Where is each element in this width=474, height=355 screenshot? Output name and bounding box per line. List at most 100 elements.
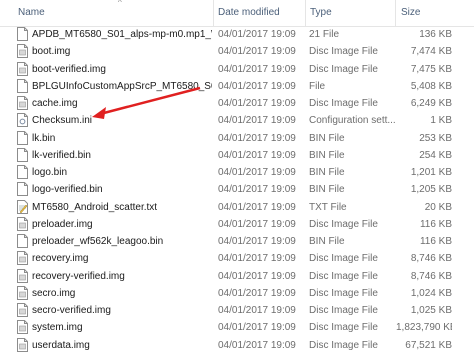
file-date-modified: 04/01/2017 19:09 bbox=[218, 63, 296, 75]
column-header-bar: Name ^ Date modified Type Size bbox=[0, 0, 474, 27]
disc-image-icon bbox=[17, 285, 28, 300]
file-row[interactable]: Checksum.ini 04/01/2017 19:09 Configuratio… bbox=[0, 112, 474, 129]
file-name: secro-verified.img bbox=[32, 305, 111, 316]
file-name: Checksum.ini bbox=[32, 115, 93, 127]
file-name: secro.img bbox=[32, 287, 76, 299]
file-name: lk-verified.bin bbox=[32, 149, 91, 161]
file-name: preloader_wf562k_leagoo.bin bbox=[32, 236, 164, 247]
generic-file-icon bbox=[17, 27, 28, 41]
file-size: 8,746 KB bbox=[410, 253, 452, 265]
disc-image-icon bbox=[17, 216, 28, 231]
file-date-modified: 04/01/2017 19:09 bbox=[218, 29, 296, 40]
disc-image-icon bbox=[17, 251, 28, 266]
file-type: File bbox=[309, 80, 326, 92]
disc-image-icon bbox=[17, 96, 28, 110]
file-type: Disc Image File bbox=[309, 253, 378, 265]
file-name: cache.img bbox=[32, 98, 78, 109]
file-date-modified: 04/01/2017 19:09 bbox=[218, 115, 296, 127]
file-row[interactable]: lk.bin 04/01/2017 19:09 BIN File 253 KB bbox=[0, 130, 474, 147]
column-header-type[interactable]: Type bbox=[310, 0, 332, 26]
column-header-size[interactable]: Size bbox=[401, 0, 420, 26]
file-row[interactable]: preloader_wf562k_leagoo.bin 04/01/2017 19… bbox=[0, 233, 474, 250]
file-row[interactable]: boot.img 04/01/2017 19:09 Disc Image File 7… bbox=[0, 43, 474, 60]
file-row[interactable]: logo-verified.bin 04/01/2017 19:09 BIN Fil… bbox=[0, 181, 474, 198]
column-divider[interactable] bbox=[213, 0, 214, 26]
generic-file-icon bbox=[17, 182, 28, 197]
file-date-modified: 04/01/2017 19:09 bbox=[218, 270, 296, 282]
file-row[interactable]: APDB_MT6580_S01_alps-mp-m0.mp1_W... 04/01… bbox=[0, 26, 474, 43]
file-type: Disc Image File bbox=[309, 305, 378, 316]
file-date-modified: 04/01/2017 19:09 bbox=[218, 253, 296, 265]
config-file-icon bbox=[17, 113, 28, 128]
file-date-modified: 04/01/2017 19:09 bbox=[218, 80, 296, 92]
column-divider[interactable] bbox=[395, 0, 396, 26]
file-date-modified: 04/01/2017 19:09 bbox=[218, 132, 296, 144]
file-date-modified: 04/01/2017 19:09 bbox=[218, 339, 296, 351]
file-size: 8,746 KB bbox=[410, 270, 452, 282]
column-divider[interactable] bbox=[305, 0, 306, 26]
file-row[interactable]: lk-verified.bin 04/01/2017 19:09 BIN File 2… bbox=[0, 147, 474, 164]
file-name: boot.img bbox=[32, 46, 71, 58]
disc-image-icon bbox=[17, 44, 28, 59]
file-type: BIN File bbox=[309, 236, 345, 247]
file-row[interactable]: userdata.img 04/01/2017 19:09 Disc Image F… bbox=[0, 337, 474, 354]
text-file-icon bbox=[17, 199, 28, 214]
file-name: system.img bbox=[32, 322, 83, 334]
file-size: 67,521 KB bbox=[405, 339, 452, 351]
file-row[interactable]: secro.img 04/01/2017 19:09 Disc Image File… bbox=[0, 285, 474, 302]
file-name: recovery-verified.img bbox=[32, 270, 125, 282]
file-name: userdata.img bbox=[32, 339, 90, 351]
file-size: 7,474 KB bbox=[410, 46, 452, 58]
file-size: 7,475 KB bbox=[410, 63, 452, 75]
file-row[interactable]: BPLGUInfoCustomAppSrcP_MT6580_S00... 04/0… bbox=[0, 78, 474, 95]
file-row[interactable]: MT6580_Android_scatter.txt 04/01/2017 19:… bbox=[0, 199, 474, 216]
column-header-name[interactable]: Name bbox=[18, 0, 45, 26]
file-size: 116 KB bbox=[419, 218, 452, 230]
file-date-modified: 04/01/2017 19:09 bbox=[218, 98, 296, 109]
file-date-modified: 04/01/2017 19:09 bbox=[218, 149, 296, 161]
file-row[interactable]: logo.bin 04/01/2017 19:09 BIN File 1,201 KB bbox=[0, 164, 474, 181]
file-row[interactable]: system.img 04/01/2017 19:09 Disc Image Fil… bbox=[0, 319, 474, 336]
disc-image-icon bbox=[17, 320, 28, 335]
disc-image-icon bbox=[17, 268, 28, 283]
file-name: recovery.img bbox=[32, 253, 89, 265]
file-type: Configuration sett... bbox=[309, 115, 395, 127]
file-type: Disc Image File bbox=[309, 98, 378, 109]
file-size: 1,205 KB bbox=[410, 184, 452, 196]
file-type: Disc Image File bbox=[309, 270, 378, 282]
column-header-date[interactable]: Date modified bbox=[218, 0, 280, 26]
file-name: logo-verified.bin bbox=[32, 184, 103, 196]
disc-image-icon bbox=[17, 303, 28, 317]
file-type: BIN File bbox=[309, 184, 345, 196]
file-row[interactable]: cache.img 04/01/2017 19:09 Disc Image File… bbox=[0, 95, 474, 112]
file-date-modified: 04/01/2017 19:09 bbox=[218, 287, 296, 299]
file-row[interactable]: secro-verified.img 04/01/2017 19:09 Disc I… bbox=[0, 302, 474, 319]
file-date-modified: 04/01/2017 19:09 bbox=[218, 184, 296, 196]
generic-file-icon bbox=[17, 130, 28, 145]
file-date-modified: 04/01/2017 19:09 bbox=[218, 201, 296, 213]
file-type: Disc Image File bbox=[309, 46, 378, 58]
file-row[interactable]: recovery.img 04/01/2017 19:09 Disc Image F… bbox=[0, 250, 474, 267]
disc-image-icon bbox=[17, 61, 28, 76]
file-size: 1,025 KB bbox=[410, 305, 452, 316]
generic-file-icon bbox=[17, 147, 28, 162]
file-name: preloader.img bbox=[32, 218, 93, 230]
file-date-modified: 04/01/2017 19:09 bbox=[218, 322, 296, 334]
generic-file-icon bbox=[17, 165, 28, 179]
file-date-modified: 04/01/2017 19:09 bbox=[218, 167, 296, 178]
file-date-modified: 04/01/2017 19:09 bbox=[218, 305, 296, 316]
file-size: 253 KB bbox=[419, 132, 452, 144]
file-date-modified: 04/01/2017 19:09 bbox=[218, 218, 296, 230]
generic-file-icon bbox=[17, 78, 28, 93]
file-date-modified: 04/01/2017 19:09 bbox=[218, 46, 296, 58]
file-type: Disc Image File bbox=[309, 287, 378, 299]
file-name: logo.bin bbox=[32, 167, 68, 178]
file-row[interactable]: preloader.img 04/01/2017 19:09 Disc Image … bbox=[0, 216, 474, 233]
file-size: 20 KB bbox=[424, 201, 452, 213]
file-row[interactable]: boot-verified.img 04/01/2017 19:09 Disc Im… bbox=[0, 61, 474, 78]
file-row[interactable]: recovery-verified.img 04/01/2017 19:09 Dis… bbox=[0, 268, 474, 285]
file-type: TXT File bbox=[309, 201, 347, 213]
file-name: lk.bin bbox=[32, 132, 56, 144]
file-date-modified: 04/01/2017 19:09 bbox=[218, 236, 296, 247]
file-size: 116 KB bbox=[419, 236, 452, 247]
